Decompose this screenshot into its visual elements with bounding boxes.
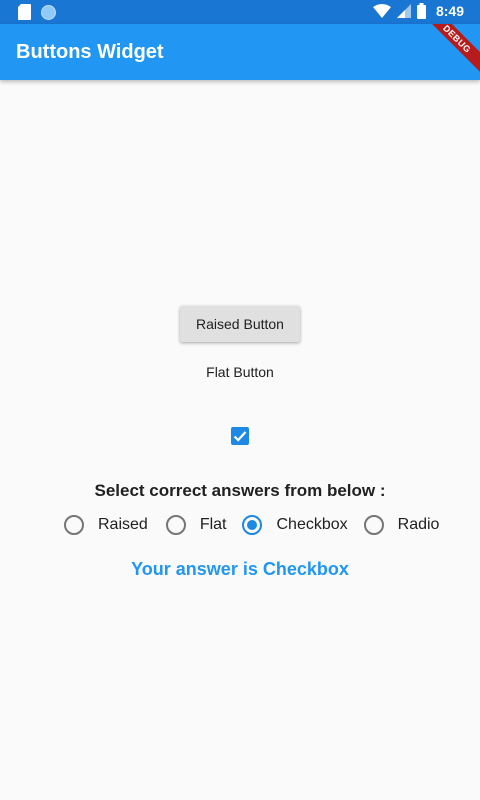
debug-banner: DEBUG [420, 24, 480, 76]
check-icon [233, 431, 247, 442]
radio-item-raised[interactable]: Raised [64, 515, 148, 535]
answer-radio-group: Raised Flat Checkbox Radio [64, 514, 439, 536]
radio-label: Flat [199, 516, 227, 533]
radio-label: Checkbox [276, 516, 348, 533]
app-bar: Buttons Widget DEBUG [0, 24, 480, 80]
question-prompt: Select correct answers from below : [94, 481, 386, 500]
battery-icon [416, 3, 426, 19]
checkbox[interactable] [231, 427, 249, 445]
flat-button[interactable]: Flat Button [180, 354, 300, 390]
answer-result: Your answer is Checkbox [131, 559, 349, 579]
cell-signal-icon [396, 4, 411, 18]
radio-button[interactable] [64, 515, 84, 535]
wifi-icon [372, 4, 391, 18]
radio-button[interactable] [363, 515, 384, 535]
radio-label: Radio [397, 516, 440, 533]
status-time: 8:49 [435, 3, 464, 19]
radio-item-checkbox[interactable]: Checkbox [242, 515, 348, 535]
raised-button[interactable]: Raised Button [180, 306, 300, 342]
radio-item-radio[interactable]: Radio [363, 515, 440, 535]
sync-icon [41, 4, 56, 20]
radio-label: Raised [98, 516, 148, 533]
page-title: Buttons Widget [16, 41, 164, 63]
radio-button[interactable] [165, 515, 186, 535]
radio-button[interactable] [242, 515, 263, 535]
radio-item-flat[interactable]: Flat [165, 515, 227, 535]
sd-card-icon [18, 4, 31, 20]
status-bar: 8:49 [0, 0, 480, 24]
